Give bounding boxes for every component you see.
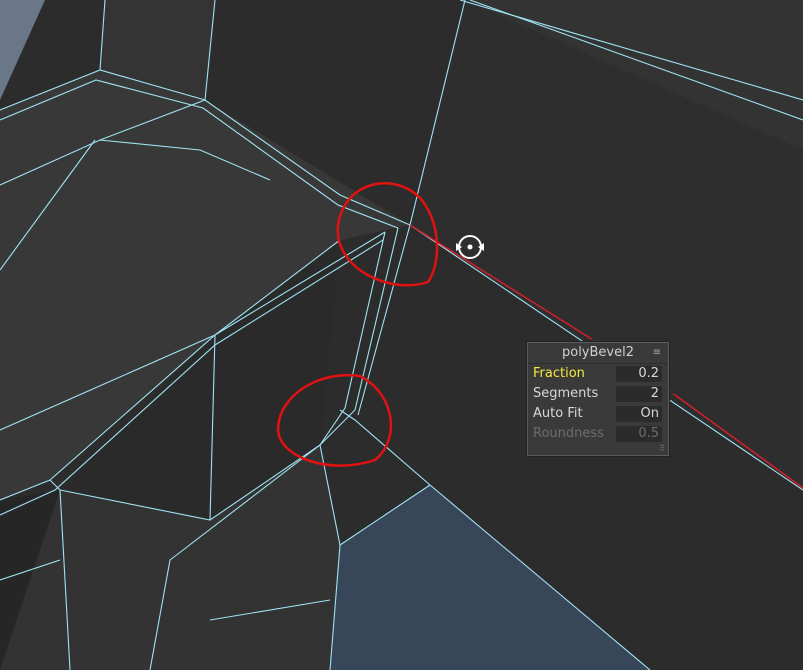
3d-viewport[interactable] — [0, 0, 803, 670]
hud-menu-icon[interactable]: ≡ — [653, 343, 661, 363]
hud-row-fraction[interactable]: Fraction 0.2 — [528, 364, 668, 384]
hud-title: polyBevel2 ≡ — [528, 343, 668, 364]
hud-label-segments: Segments — [533, 386, 599, 401]
hud-row-roundness: Roundness 0.5 — [528, 424, 668, 444]
hud-row-segments[interactable]: Segments 2 — [528, 384, 668, 404]
hud-label-roundness: Roundness — [533, 426, 604, 441]
hud-label-fraction: Fraction — [533, 366, 585, 381]
resize-grip-icon[interactable]: ⠿ — [659, 444, 665, 453]
hud-field-fraction[interactable]: 0.2 — [616, 366, 662, 382]
hud-title-text: polyBevel2 — [561, 345, 634, 360]
hud-field-segments[interactable]: 2 — [616, 386, 662, 402]
polybevel-hud-panel[interactable]: polyBevel2 ≡ Fraction 0.2 Segments 2 Aut… — [527, 342, 669, 456]
hud-label-auto-fit: Auto Fit — [533, 406, 583, 421]
hud-field-roundness: 0.5 — [616, 426, 662, 442]
hud-row-auto-fit[interactable]: Auto Fit On — [528, 404, 668, 424]
hud-field-auto-fit[interactable]: On — [616, 406, 662, 422]
